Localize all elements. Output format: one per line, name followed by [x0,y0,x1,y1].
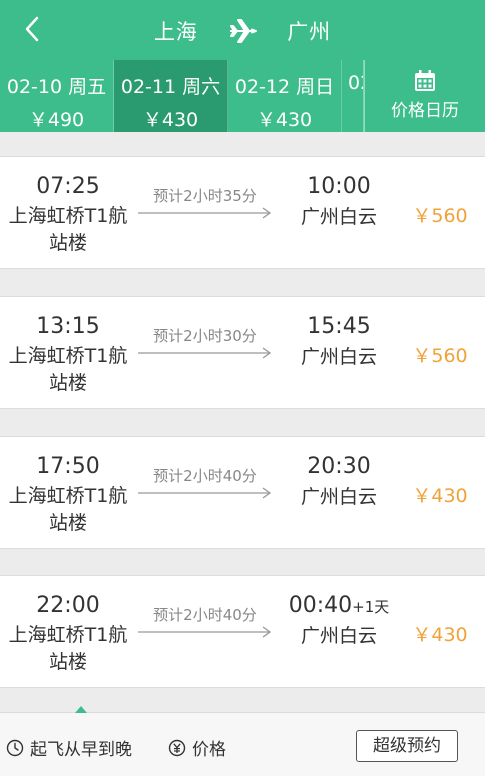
flight-card[interactable]: 17:50 上海虹桥T1航站楼 预计2小时40分 20:30 广州白云 ￥430 [0,436,485,549]
arrival-time: 10:00 [307,174,371,199]
sort-by-departure-label: 起飞从早到晚 [30,740,132,760]
arrow-right-icon [138,347,272,359]
destination-city: 广州 [287,20,332,44]
departure-time: 17:50 [36,454,100,479]
sort-by-price-button[interactable]: 价格 [168,735,226,760]
origin-city: 上海 [153,20,198,44]
arrow-right-icon [138,626,272,638]
flight-card[interactable]: 13:15 上海虹桥T1航站楼 预计2小时30分 15:45 广州白云 ￥560 [0,296,485,409]
arrival-time-row: 00:40+1天 [284,592,394,621]
yuan-icon [168,739,186,756]
departure-station: 上海虹桥T1航站楼 [8,345,128,394]
departure-time: 22:00 [36,593,100,618]
date-selector: 02-10 周五 ￥490 02-11 周六 ￥430 02-12 周日 ￥43… [0,60,485,132]
arrival-info: 10:00 广州白云 [284,173,394,231]
departure-info: 13:15 上海虹桥T1航站楼 [0,313,136,397]
date-tab-0211[interactable]: 02-11 周六 ￥430 [114,60,228,132]
departure-station: 上海虹桥T1航站楼 [8,205,128,254]
flight-duration: 预计2小时40分 [153,467,257,485]
departure-station: 上海虹桥T1航站楼 [8,624,128,673]
date-price: ￥490 [28,109,85,131]
price-calendar-button[interactable]: 价格日历 [364,60,485,132]
date-label: 02-13 [348,72,363,94]
super-booking-button[interactable]: 超级预约 [356,730,458,762]
flight-price: ￥560 [412,205,468,227]
calendar-icon [415,70,435,91]
departure-info: 07:25 上海虹桥T1航站楼 [0,173,136,257]
date-price: ￥430 [256,109,313,131]
flight-card[interactable]: 22:00 上海虹桥T1航站楼 预计2小时40分 00:40+1天 广州白云 ￥… [0,575,485,688]
flight-price: ￥430 [412,485,468,507]
departure-time: 07:25 [36,174,100,199]
flight-price: ￥560 [412,345,468,367]
arrival-time-row: 20:30 [284,453,394,482]
airplane-icon [229,19,257,43]
flight-duration: 预计2小时35分 [153,187,257,205]
arrival-station: 广州白云 [300,486,377,508]
arrival-time: 20:30 [307,454,371,479]
arrival-info: 15:45 广州白云 [284,313,394,371]
arrival-time: 15:45 [307,314,371,339]
flight-card[interactable]: 07:25 上海虹桥T1航站楼 预计2小时35分 10:00 广州白云 ￥560 [0,156,485,269]
next-day-badge: +1天 [352,598,390,616]
flight-price: ￥430 [412,624,468,646]
arrival-station: 广州白云 [300,206,377,228]
clock-icon [6,739,24,756]
date-label: 02-10 周五 [6,76,107,98]
date-label: 02-12 周日 [234,76,335,98]
arrival-time: 00:40 [288,593,353,618]
date-price: ￥430 [142,109,199,131]
arrow-right-icon [138,487,272,499]
flight-duration: 预计2小时40分 [153,606,257,624]
date-tab-0210[interactable]: 02-10 周五 ￥490 [0,60,114,132]
price-calendar-label: 价格日历 [391,101,459,121]
arrival-info: 00:40+1天 广州白云 [284,592,394,650]
date-tab-partial[interactable]: 02-13 [342,60,364,132]
sort-by-departure-button[interactable]: 起飞从早到晚 [6,735,132,760]
arrival-info: 20:30 广州白云 [284,453,394,511]
arrival-time-row: 15:45 [284,313,394,342]
route-title: 上海 广州 [0,16,485,46]
arrival-time-row: 10:00 [284,173,394,202]
flight-duration: 预计2小时30分 [153,327,257,345]
date-label: 02-11 周六 [120,76,221,98]
sort-by-price-label: 价格 [192,740,226,760]
arrival-station: 广州白云 [300,625,377,647]
date-tab-0212[interactable]: 02-12 周日 ￥430 [228,60,342,132]
arrow-right-icon [138,207,272,219]
bottom-toolbar: 起飞从早到晚 价格 超级预约 [0,706,485,776]
departure-time: 13:15 [36,314,100,339]
departure-station: 上海虹桥T1航站楼 [8,485,128,534]
departure-info: 17:50 上海虹桥T1航站楼 [0,453,136,537]
top-bar: 上海 广州 [0,0,485,60]
arrival-station: 广州白云 [300,346,377,368]
departure-info: 22:00 上海虹桥T1航站楼 [0,592,136,676]
active-sort-indicator [75,706,87,713]
